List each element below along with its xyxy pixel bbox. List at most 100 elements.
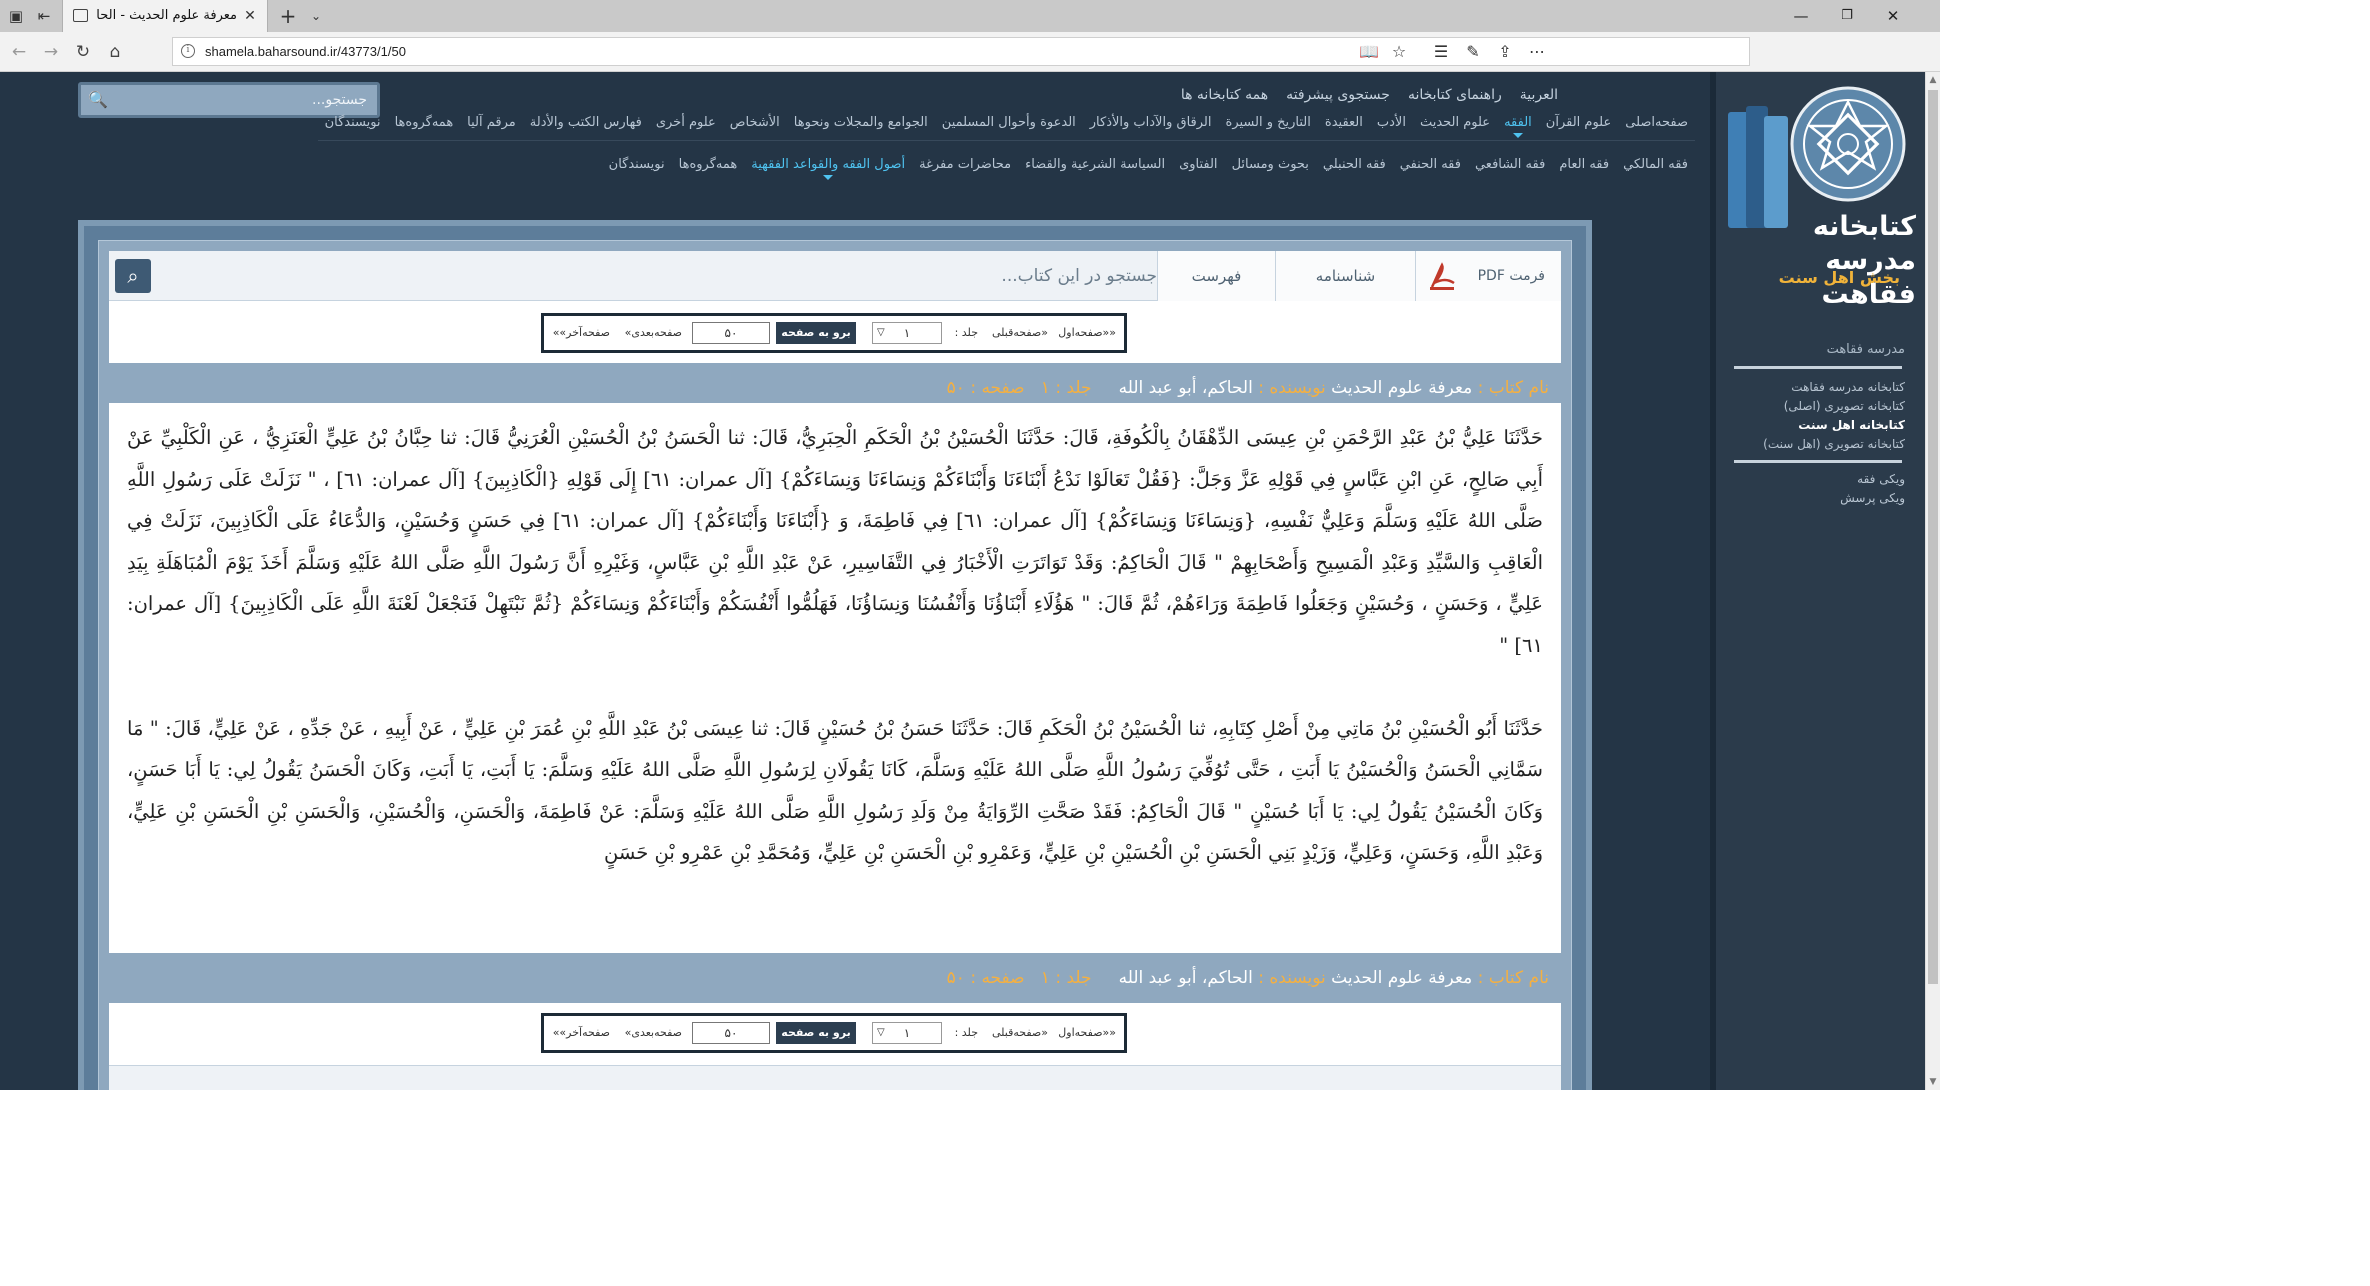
refresh-icon[interactable]: ↻ xyxy=(70,40,96,64)
new-tab-icon[interactable]: + xyxy=(276,4,300,28)
first-page-link[interactable]: ««صفحه‌اول xyxy=(1058,316,1116,350)
main-nav-ashkhas[interactable]: الأشخاص xyxy=(723,112,787,134)
tab-list-icon[interactable]: ▣ xyxy=(4,4,28,28)
book-name-label: نام کتاب : xyxy=(1477,378,1549,398)
star-icon[interactable]: ☆ xyxy=(1386,40,1412,64)
forward-icon[interactable]: → xyxy=(38,40,64,64)
main-nav-aqida[interactable]: العقيدة xyxy=(1318,112,1370,134)
info-icon[interactable]: i xyxy=(181,44,195,58)
main-nav-dawa[interactable]: الدعوة وأحوال المسلمين xyxy=(935,112,1083,134)
scroll-up-icon[interactable]: ▲ xyxy=(1926,72,1940,88)
prev-page-link[interactable]: «صفحه‌قبلی xyxy=(992,316,1048,350)
main-nav-adab[interactable]: الأدب xyxy=(1370,112,1413,134)
sidebar-link-ahl-sunnat[interactable]: کتابخانه اهل سنت xyxy=(1798,418,1905,432)
minimize-icon[interactable]: — xyxy=(1778,0,1824,32)
pdf-format-label: فرمت PDF xyxy=(1477,268,1545,284)
scroll-down-icon[interactable]: ▼ xyxy=(1926,1074,1940,1090)
tab-active[interactable]: معرفة علوم الحديث - الحا ✕ xyxy=(62,0,268,32)
volume-value: ۱ xyxy=(903,326,911,340)
main-nav-fahaaris[interactable]: فهارس الكتب والأدلة xyxy=(523,112,649,134)
sub-nav-usul[interactable]: أصول الفقه والقواعد الفقهية xyxy=(744,154,912,180)
main-nav-jawami[interactable]: الجوامع والمجلات ونحوها xyxy=(787,112,935,134)
content-frame: فرمت PDF شناسنامه فهرست ⌕ «« xyxy=(78,220,1592,1090)
sub-nav-shafii[interactable]: فقه الشافعي xyxy=(1468,154,1552,176)
main-nav: صفحه‌اصلی علوم القرآن الفقه علوم الحديث … xyxy=(317,112,1695,141)
favorites-icon[interactable]: ☰ xyxy=(1428,40,1454,64)
pager-bottom: ««صفحه‌اول «صفحه‌قبلی جلد : ۱ ▽ برو به صف… xyxy=(541,1013,1127,1053)
close-icon[interactable]: ✕ xyxy=(239,4,261,28)
sub-nav-hanafi[interactable]: فقه الحنفي xyxy=(1393,154,1468,176)
next-page-link[interactable]: صفحه‌بعدی» xyxy=(625,316,682,350)
site-logo[interactable]: کتابخانه مدرسه فقاهت بخش اهل سنت xyxy=(1726,82,1916,310)
back-icon[interactable]: ← xyxy=(6,40,32,64)
browser-window: ▣ ⇤ معرفة علوم الحديث - الحا ✕ + ⌄ — ❐ ✕… xyxy=(0,0,1940,1090)
go-to-page-button[interactable]: برو به صفحه xyxy=(776,322,856,344)
content-frame-inner: فرمت PDF شناسنامه فهرست ⌕ «« xyxy=(98,240,1572,1090)
sub-nav-fatawa[interactable]: الفتاوى xyxy=(1172,154,1225,176)
tab-title: معرفة علوم الحديث - الحا xyxy=(97,8,237,23)
maximize-icon[interactable]: ❐ xyxy=(1824,0,1870,32)
top-nav-advanced-search[interactable]: جستجوی پیشرفته xyxy=(1277,84,1399,106)
sidebar-link-image-main[interactable]: کتابخانه تصویری (اصلی) xyxy=(1784,399,1905,413)
share-icon[interactable]: ⇪ xyxy=(1492,40,1518,64)
sub-nav-general[interactable]: فقه العام xyxy=(1552,154,1616,176)
volume-select[interactable]: ۱ ▽ xyxy=(872,322,942,344)
main-nav-all-groups[interactable]: همه‌گروه‌ها xyxy=(388,112,461,134)
first-page-link[interactable]: ««صفحه‌اول xyxy=(1058,1016,1116,1050)
sub-nav-authors[interactable]: نویسندگان xyxy=(602,154,672,176)
page-number-input[interactable]: ۵۰ xyxy=(692,322,770,344)
main-nav-hadith[interactable]: علوم الحديث xyxy=(1413,112,1497,134)
sidebar-link-faqahat[interactable]: کتابخانه مدرسه فقاهت xyxy=(1791,380,1905,394)
pdf-format-tab[interactable]: فرمت PDF xyxy=(1415,251,1561,301)
main-nav-quran[interactable]: علوم القرآن xyxy=(1539,112,1618,134)
last-page-link[interactable]: صفحه‌آخر»» xyxy=(553,316,610,350)
more-icon[interactable]: ⋯ xyxy=(1524,40,1550,64)
sidebar-heading: مدرسه فقاهت xyxy=(1826,342,1905,357)
sub-nav-hanbali[interactable]: فقه الحنبلي xyxy=(1316,154,1393,176)
sub-nav-maliki[interactable]: فقه المالكي xyxy=(1616,154,1695,176)
sub-nav-lectures[interactable]: محاضرات مفرغة xyxy=(912,154,1018,176)
sub-nav-siyasa[interactable]: السياسة الشرعية والقضاء xyxy=(1018,154,1172,176)
sub-nav-all-groups[interactable]: همه‌گروه‌ها xyxy=(672,154,745,176)
page-number-input[interactable]: ۵۰ xyxy=(692,1022,770,1044)
page-icon xyxy=(73,9,88,22)
main-nav-tarikh[interactable]: التاريخ و السيرة xyxy=(1219,112,1318,134)
main-nav-other[interactable]: علوم أخرى xyxy=(649,112,723,134)
tab-preview-icon[interactable]: ⇤ xyxy=(32,4,56,28)
top-nav-guide[interactable]: راهنمای کتابخانه xyxy=(1399,84,1511,106)
search-input[interactable] xyxy=(113,88,367,112)
top-nav: العربية راهنمای کتابخانه جستجوی پیشرفته … xyxy=(1172,84,1567,106)
pen-icon[interactable]: ✎ xyxy=(1460,40,1486,64)
scroll-thumb[interactable] xyxy=(1928,90,1938,984)
sidebar-link-wiki-porsesh[interactable]: ویکی پرسش xyxy=(1840,491,1905,505)
page-label: صفحه : xyxy=(970,968,1025,988)
chevron-down-icon[interactable]: ⌄ xyxy=(304,4,328,28)
go-to-page-button[interactable]: برو به صفحه xyxy=(776,1022,856,1044)
sub-nav-research[interactable]: بحوث ومسائل xyxy=(1225,154,1316,176)
top-nav-arabic[interactable]: العربية xyxy=(1511,84,1567,106)
book-name-label: نام کتاب : xyxy=(1477,968,1549,988)
search-icon[interactable]: ⌕ xyxy=(115,259,151,293)
search-icon[interactable]: 🔍 xyxy=(87,89,109,111)
top-nav-all-libraries[interactable]: همه کتابخانه ها xyxy=(1172,84,1277,106)
main-nav-authors[interactable]: نویسندگان xyxy=(318,112,388,134)
table-of-contents-tab[interactable]: فهرست xyxy=(1157,251,1275,301)
book-id-tab[interactable]: شناسنامه xyxy=(1275,251,1415,301)
author-label: نویسنده : xyxy=(1258,968,1326,988)
book-search-input[interactable] xyxy=(155,259,1157,293)
home-icon[interactable]: ⌂ xyxy=(102,40,128,64)
main-nav-riqaq[interactable]: الرقاق والآداب والأذكار xyxy=(1083,112,1219,134)
vertical-scrollbar[interactable]: ▲ ▼ xyxy=(1925,72,1940,1090)
reading-view-icon[interactable]: 📖 xyxy=(1356,40,1382,64)
sidebar-link-image-sunnat[interactable]: کتابخانه تصویری (اهل سنت) xyxy=(1763,437,1905,451)
main-nav-fiqh[interactable]: الفقه xyxy=(1497,112,1539,138)
next-page-link[interactable]: صفحه‌بعدی» xyxy=(625,1016,682,1050)
window-close-icon[interactable]: ✕ xyxy=(1870,0,1916,32)
volume-select[interactable]: ۱ ▽ xyxy=(872,1022,942,1044)
main-nav-home[interactable]: صفحه‌اصلی xyxy=(1618,112,1695,134)
prev-page-link[interactable]: «صفحه‌قبلی xyxy=(992,1016,1048,1050)
sidebar-divider xyxy=(1734,460,1902,463)
main-nav-auto[interactable]: مرقم آليا xyxy=(460,112,523,134)
sidebar-link-wiki-feqh[interactable]: ویکی فقه xyxy=(1857,472,1905,486)
last-page-link[interactable]: صفحه‌آخر»» xyxy=(553,1016,610,1050)
